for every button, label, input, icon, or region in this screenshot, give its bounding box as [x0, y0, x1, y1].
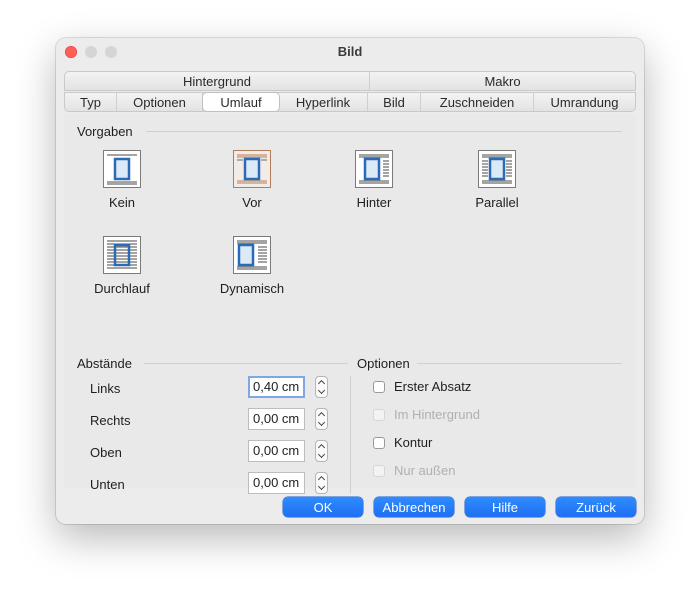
- nur-aussen-checkbox: Nur außen: [373, 463, 455, 478]
- tab-typ[interactable]: Typ: [65, 93, 117, 111]
- rechts-input[interactable]: 0,00 cm: [248, 408, 305, 430]
- wrap-option-durchlauf[interactable]: Durchlauf: [77, 236, 167, 296]
- wrap-before-icon[interactable]: [233, 150, 271, 188]
- help-button[interactable]: Hilfe: [465, 497, 545, 517]
- optionen-heading: Optionen: [357, 356, 410, 371]
- tab-umlauf[interactable]: Umlauf: [203, 93, 279, 111]
- wrap-option-hinter[interactable]: Hinter: [329, 150, 419, 210]
- wrap-option-vor[interactable]: Vor: [207, 150, 297, 210]
- wrap-none-icon[interactable]: [103, 150, 141, 188]
- oben-stepper-icon[interactable]: [315, 440, 328, 462]
- cancel-button[interactable]: Abbrechen: [374, 497, 454, 517]
- wrap-option-label: Dynamisch: [219, 281, 285, 296]
- checkbox-box: [373, 464, 385, 477]
- erster-absatz-checkbox[interactable]: Erster Absatz: [373, 379, 471, 394]
- im-hintergrund-checkbox: Im Hintergrund: [373, 407, 480, 422]
- tab-bild[interactable]: Bild: [368, 93, 421, 111]
- abstaende-separator: [144, 363, 348, 364]
- tab-row-upper: Hintergrund Makro: [64, 71, 636, 91]
- links-input[interactable]: 0,40 cm: [248, 376, 305, 398]
- erster-absatz-label: Erster Absatz: [394, 379, 472, 394]
- wrap-option-dynamisch[interactable]: Dynamisch: [207, 236, 297, 296]
- wrap-option-parallel[interactable]: Parallel: [452, 150, 542, 210]
- wrap-option-label: Parallel: [475, 195, 519, 210]
- tab-row-lower: Typ Optionen Umlauf Hyperlink Bild Zusch…: [64, 92, 636, 112]
- tab-hintergrund[interactable]: Hintergrund: [65, 72, 370, 90]
- tab-panel-umlauf: Vorgaben Kein Vor Hinter Parallel Durchl…: [64, 114, 636, 494]
- checkbox-box[interactable]: [373, 380, 385, 393]
- title-bar: Bild: [56, 38, 644, 66]
- window-title: Bild: [337, 44, 363, 59]
- checkbox-box: [373, 408, 385, 421]
- oben-input[interactable]: 0,00 cm: [248, 440, 305, 462]
- tab-zuschneiden[interactable]: Zuschneiden: [421, 93, 534, 111]
- wrap-through-icon[interactable]: [103, 236, 141, 274]
- vorgaben-heading: Vorgaben: [77, 124, 133, 139]
- optionen-separator: [417, 363, 622, 364]
- wrap-after-icon[interactable]: [355, 150, 393, 188]
- wrap-option-label: Vor: [242, 195, 262, 210]
- tab-makro[interactable]: Makro: [370, 72, 635, 90]
- unten-input[interactable]: 0,00 cm: [248, 472, 305, 494]
- links-stepper-icon[interactable]: [315, 376, 328, 398]
- wrap-parallel-icon[interactable]: [478, 150, 516, 188]
- tab-umrandung[interactable]: Umrandung: [534, 93, 635, 111]
- tab-hyperlink[interactable]: Hyperlink: [279, 93, 368, 111]
- unten-stepper-icon[interactable]: [315, 472, 328, 494]
- reset-button[interactable]: Zurück: [556, 497, 636, 517]
- dialog-window: Bild Hintergrund Makro Typ Optionen Umla…: [56, 38, 644, 524]
- unten-label: Unten: [90, 477, 125, 492]
- wrap-optimal-icon[interactable]: [233, 236, 271, 274]
- kontur-checkbox[interactable]: Kontur: [373, 435, 432, 450]
- wrap-option-label: Kein: [108, 195, 136, 210]
- ok-button[interactable]: OK: [283, 497, 363, 517]
- wrap-option-kein[interactable]: Kein: [77, 150, 167, 210]
- wrap-option-label: Durchlauf: [94, 281, 150, 296]
- checkbox-box[interactable]: [373, 436, 385, 449]
- vorgaben-separator: [146, 131, 622, 132]
- rechts-label: Rechts: [90, 413, 131, 428]
- abstaende-heading: Abstände: [77, 356, 132, 371]
- rechts-stepper-icon[interactable]: [315, 408, 328, 430]
- oben-label: Oben: [90, 445, 122, 460]
- im-hintergrund-label: Im Hintergrund: [394, 407, 480, 422]
- group-divider: [350, 376, 351, 494]
- links-label: Links: [90, 381, 121, 396]
- tab-optionen[interactable]: Optionen: [117, 93, 203, 111]
- kontur-label: Kontur: [394, 435, 433, 450]
- wrap-option-label: Hinter: [356, 195, 392, 210]
- nur-aussen-label: Nur außen: [394, 463, 456, 478]
